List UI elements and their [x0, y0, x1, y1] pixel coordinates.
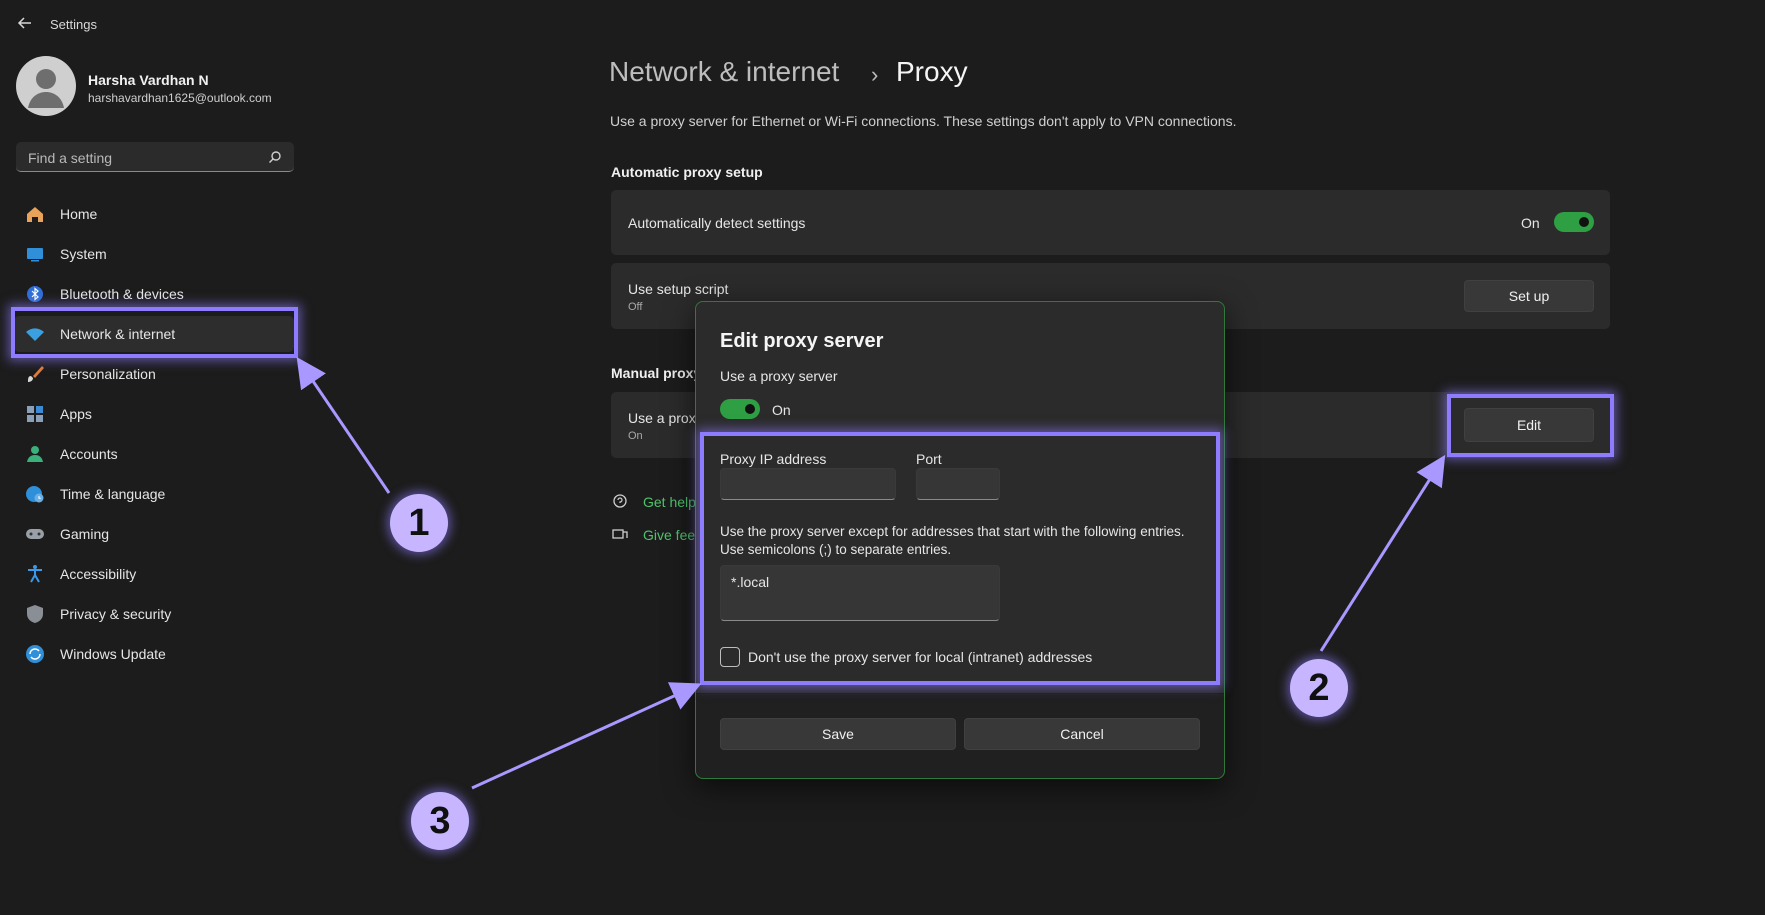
annotation-badge-1: 1 — [390, 494, 448, 552]
annotation-badge-3: 3 — [411, 792, 469, 850]
annotation-badge-2: 2 — [1290, 659, 1348, 717]
arrow-2 — [1319, 454, 1446, 652]
annotation-arrows — [296, 357, 1446, 790]
arrow-1 — [296, 357, 391, 494]
arrow-3 — [471, 682, 702, 790]
